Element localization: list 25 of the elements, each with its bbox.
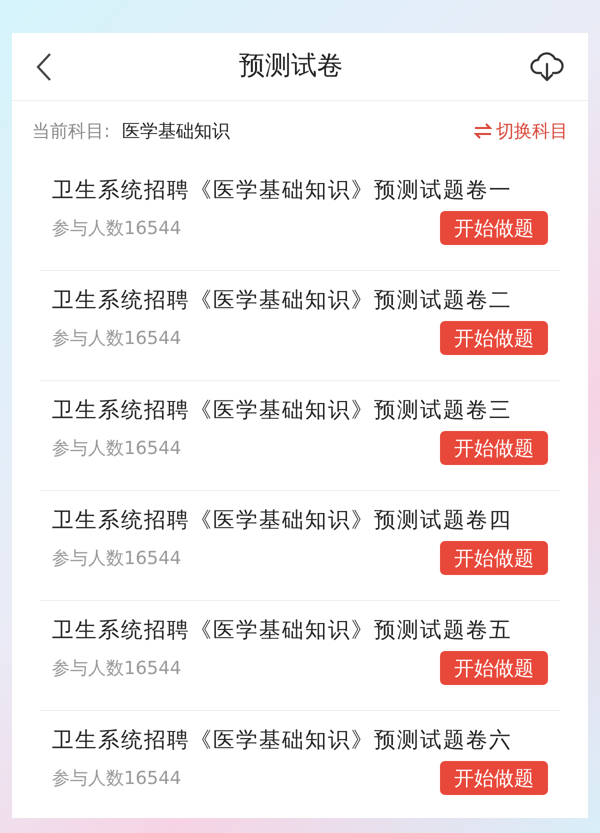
subject-name: 医学基础知识	[122, 120, 230, 144]
swap-icon	[474, 123, 492, 139]
back-icon[interactable]	[36, 52, 52, 82]
start-button[interactable]: 开始做题	[440, 321, 548, 356]
switch-subject-link[interactable]: 切换科目	[474, 118, 568, 144]
paper-title: 卫生系统招聘《医学基础知识》预测试题卷四	[52, 507, 513, 535]
paper-title: 卫生系统招聘《医学基础知识》预测试题卷五	[52, 617, 513, 645]
cloud-download-icon[interactable]	[530, 50, 564, 82]
subject-label: 当前科目:	[32, 120, 110, 144]
participant-count: 参与人数16544	[52, 766, 182, 791]
participant-count: 参与人数16544	[52, 326, 182, 351]
start-button[interactable]: 开始做题	[440, 211, 548, 246]
start-button[interactable]: 开始做题	[440, 541, 548, 576]
paper-title: 卫生系统招聘《医学基础知识》预测试题卷一	[52, 177, 513, 205]
paper-title: 卫生系统招聘《医学基础知识》预测试题卷六	[52, 727, 513, 755]
participant-count: 参与人数16544	[52, 436, 182, 461]
participant-count: 参与人数16544	[52, 216, 182, 241]
paper-title: 卫生系统招聘《医学基础知识》预测试题卷二	[52, 287, 513, 315]
start-button[interactable]: 开始做题	[440, 651, 548, 686]
page-title: 预测试卷	[239, 50, 343, 83]
paper-title: 卫生系统招聘《医学基础知识》预测试题卷三	[52, 397, 513, 425]
start-button[interactable]: 开始做题	[440, 431, 548, 466]
participant-count: 参与人数16544	[52, 546, 182, 571]
start-button[interactable]: 开始做题	[440, 761, 548, 796]
participant-count: 参与人数16544	[52, 656, 182, 681]
